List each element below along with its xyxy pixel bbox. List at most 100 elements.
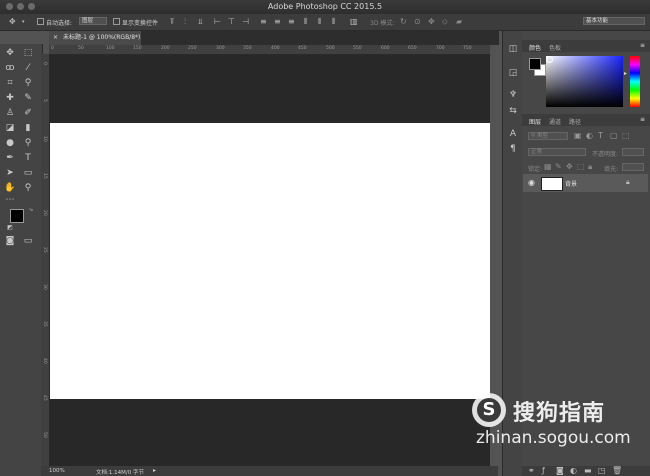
properties-panel-icon[interactable]: ◲ [507, 67, 519, 79]
3d-drag-icon[interactable]: ✥ [428, 18, 435, 26]
gradient-tool-icon[interactable]: ▮ [22, 122, 34, 134]
document-canvas[interactable] [50, 123, 490, 399]
zoom-level[interactable]: 100% [49, 468, 65, 474]
auto-select-checkbox[interactable] [37, 18, 44, 25]
align-top-icon[interactable]: ⫪ [170, 18, 175, 26]
auto-align-icon[interactable]: ▥ [350, 18, 358, 26]
chevron-down-icon[interactable]: ▾ [22, 18, 25, 26]
ruler-tick: 0 [42, 62, 47, 65]
clone-stamp-tool-icon[interactable]: ♙ [4, 107, 16, 119]
filter-adjustment-icon[interactable]: ◐ [586, 132, 593, 140]
3d-slide-icon[interactable]: ⬦ [442, 18, 448, 26]
brush-tool-icon[interactable]: ✎ [22, 92, 34, 104]
status-menu-arrow-icon[interactable]: ▸ [153, 467, 156, 474]
tab-channels[interactable]: 通道 [549, 117, 561, 126]
color-picker-cursor[interactable] [546, 56, 553, 63]
lock-all-icon[interactable]: 🔒︎ [588, 163, 592, 171]
zoom-tool-icon[interactable]: ⚲ [22, 182, 34, 194]
layer-mask-icon[interactable]: ◙ [556, 467, 564, 475]
filter-shape-icon[interactable]: ▢ [610, 132, 618, 140]
foreground-color-swatch[interactable] [10, 209, 24, 223]
blend-mode-dropdown[interactable]: 正常 [528, 148, 586, 156]
distribute-hcenter-icon[interactable]: ⦀ [318, 18, 322, 26]
color-picker-field[interactable] [546, 56, 623, 107]
3d-roll-icon[interactable]: ⊙ [414, 18, 421, 26]
history-panel-icon[interactable]: ◫ [507, 43, 519, 55]
layer-filter-kind[interactable]: ⚲ 类型 [528, 132, 568, 140]
layer-style-icon[interactable]: ƒ [542, 467, 545, 475]
eye-icon[interactable]: ◉ [528, 178, 535, 187]
history-brush-tool-icon[interactable]: ✐ [22, 107, 34, 119]
auto-select-dropdown[interactable]: 图层 [79, 17, 107, 25]
hue-slider-handle-icon[interactable]: ▸ [624, 70, 627, 77]
shape-tool-icon[interactable]: ▭ [22, 167, 34, 179]
tab-swatches[interactable]: 色板 [549, 43, 561, 52]
distribute-left-icon[interactable]: ⦀ [304, 18, 308, 26]
lock-transparent-icon[interactable]: ▦ [544, 163, 552, 171]
adjustment-layer-icon[interactable]: ◐ [570, 467, 577, 475]
magic-wand-tool-icon[interactable]: ⁄ [22, 62, 34, 74]
adjustments-panel-icon[interactable]: ⇆ [507, 105, 519, 117]
workspace-dropdown[interactable]: 基本功能 [583, 17, 645, 25]
new-group-icon[interactable]: ▬ [584, 467, 592, 475]
blur-tool-icon[interactable]: ● [4, 137, 16, 149]
paragraph-panel-icon[interactable]: ¶ [507, 143, 519, 155]
swap-colors-icon[interactable]: ⤷ [25, 204, 37, 216]
panel-menu-icon[interactable]: ≡ [640, 116, 645, 123]
link-layers-icon[interactable]: ⚭ [528, 467, 535, 475]
show-transform-checkbox[interactable] [113, 18, 120, 25]
brush-panel-icon[interactable]: ♆ [507, 89, 519, 101]
dodge-tool-icon[interactable]: ⚲ [22, 137, 34, 149]
panel-menu-icon[interactable]: ≡ [640, 42, 645, 49]
tab-layers[interactable]: 图层 [529, 117, 541, 126]
hue-slider[interactable] [630, 56, 640, 107]
distribute-top-icon[interactable]: ≡ [260, 18, 267, 26]
tab-document[interactable]: × 未标题-1 @ 100%(RGB/8*) [49, 31, 141, 45]
eraser-tool-icon[interactable]: ◪ [4, 122, 16, 134]
more-tools-icon[interactable]: ⋯ [4, 194, 16, 206]
3d-rotate-icon[interactable]: ↻ [400, 18, 407, 26]
opacity-input[interactable] [622, 148, 644, 156]
move-tool-icon[interactable]: ✥ [9, 18, 16, 26]
move-tool-icon[interactable]: ✥ [4, 47, 16, 59]
lock-image-icon[interactable]: ✎ [555, 163, 562, 171]
lock-position-icon[interactable]: ✥ [566, 163, 573, 171]
delete-layer-icon[interactable]: 🗑︎ [612, 467, 622, 475]
tab-color[interactable]: 颜色 [529, 43, 541, 52]
tab-paths[interactable]: 路径 [569, 117, 581, 126]
filter-smart-object-icon[interactable]: ⬚ [622, 132, 630, 140]
status-bar: 100% 文档:1.14M/0 字节 ▸ [41, 466, 498, 476]
layer-name[interactable]: 背景 [565, 179, 577, 188]
quick-mask-icon[interactable]: ◙ [4, 235, 16, 247]
fill-label: 填充: [604, 166, 619, 173]
lock-artboard-icon[interactable]: ⬚ [577, 163, 585, 171]
crop-tool-icon[interactable]: ⌗ [4, 77, 16, 89]
filter-type-icon[interactable]: T [598, 132, 603, 140]
fill-input[interactable] [622, 163, 644, 171]
layer-thumbnail[interactable] [541, 177, 563, 191]
close-tab-icon[interactable]: × [53, 34, 58, 41]
distribute-vcenter-icon[interactable]: ≡ [274, 18, 281, 26]
align-vcenter-icon[interactable]: ⫶ [184, 18, 186, 26]
align-right-icon[interactable]: ⊣ [242, 18, 249, 26]
lasso-tool-icon[interactable]: ꝏ [4, 62, 16, 74]
distribute-right-icon[interactable]: ⦀ [332, 18, 336, 26]
3d-scale-icon[interactable]: ▰ [456, 18, 462, 26]
path-selection-tool-icon[interactable]: ➤ [4, 167, 16, 179]
healing-brush-tool-icon[interactable]: ✚ [4, 92, 16, 104]
distribute-bottom-icon[interactable]: ≡ [288, 18, 295, 26]
type-tool-icon[interactable]: T [22, 152, 34, 164]
screen-mode-icon[interactable]: ▭ [22, 235, 34, 247]
hand-tool-icon[interactable]: ✋ [4, 182, 16, 194]
default-colors-icon[interactable]: ◩ [4, 222, 16, 234]
new-layer-icon[interactable]: ◳ [598, 467, 606, 475]
align-left-icon[interactable]: ⊢ [214, 18, 221, 26]
align-bottom-icon[interactable]: ⫫ [198, 18, 203, 26]
pen-tool-icon[interactable]: ✒ [4, 152, 16, 164]
eyedropper-tool-icon[interactable]: ⚲ [22, 77, 34, 89]
character-panel-icon[interactable]: A [507, 128, 519, 140]
marquee-tool-icon[interactable]: ⬚ [22, 47, 34, 59]
color-panel-foreground-swatch[interactable] [529, 58, 541, 70]
filter-pixel-icon[interactable]: ▣ [574, 132, 582, 140]
align-hcenter-icon[interactable]: ⊤ [228, 18, 235, 26]
